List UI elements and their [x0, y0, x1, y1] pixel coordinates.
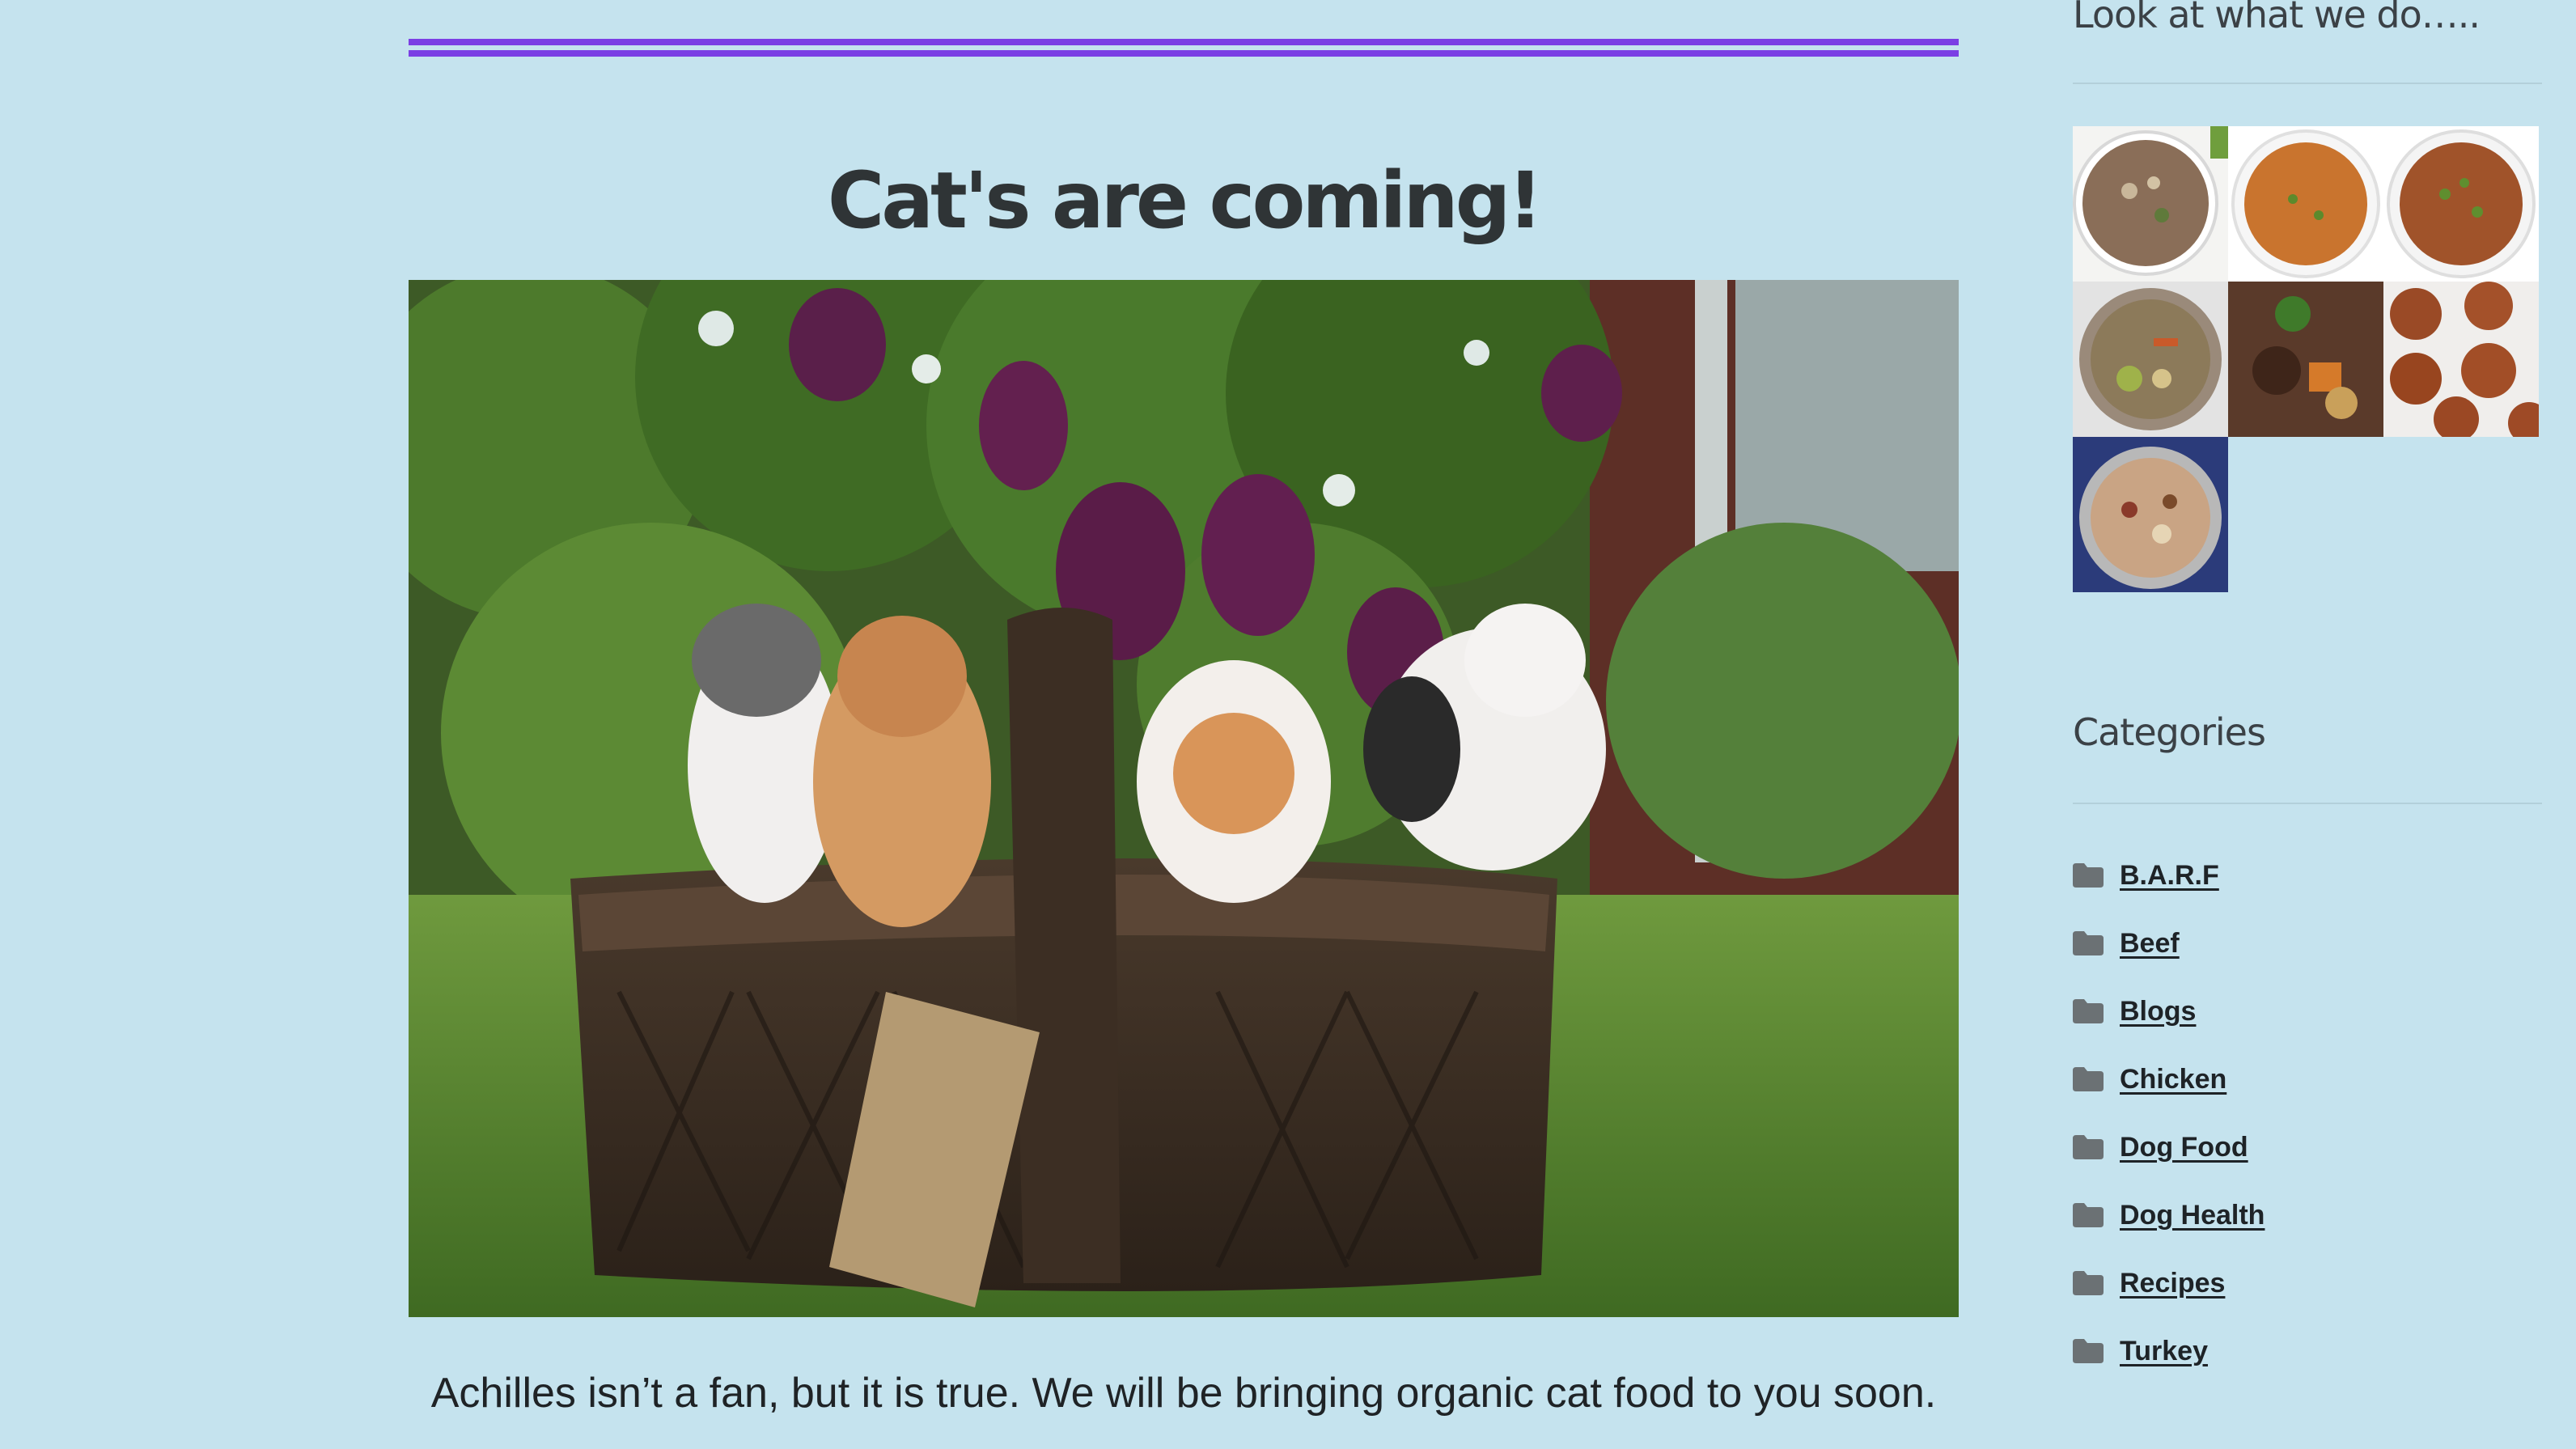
- category-link-barf[interactable]: B.A.R.F: [2120, 860, 2219, 892]
- post-excerpt: Achilles isn’t a fan, but it is true. We…: [430, 1370, 1937, 1417]
- post-title[interactable]: Cat's are coming!: [409, 144, 1959, 257]
- page: Cat's are coming! Achilles isn’t a fan, …: [0, 0, 2576, 1449]
- list-item: Chicken: [2073, 1045, 2265, 1113]
- folder-icon: [2073, 863, 2104, 888]
- list-item: Dog Food: [2073, 1113, 2265, 1181]
- category-link-dog-food[interactable]: Dog Food: [2120, 1132, 2248, 1163]
- gallery-thumb-5[interactable]: [2228, 282, 2383, 437]
- categories-widget-title: Categories: [2073, 710, 2266, 754]
- list-item: B.A.R.F: [2073, 841, 2265, 909]
- gallery-widget-title: Look at what we do…..: [2073, 0, 2481, 36]
- list-item: Blogs: [2073, 977, 2265, 1045]
- gallery-thumb-6[interactable]: [2383, 282, 2539, 437]
- category-link-chicken[interactable]: Chicken: [2120, 1064, 2226, 1095]
- widget-divider: [2073, 83, 2542, 84]
- folder-icon: [2073, 1271, 2104, 1295]
- folder-icon: [2073, 931, 2104, 955]
- list-item: Dog Health: [2073, 1181, 2265, 1249]
- category-link-beef[interactable]: Beef: [2120, 928, 2180, 960]
- list-item: Recipes: [2073, 1249, 2265, 1317]
- category-link-blogs[interactable]: Blogs: [2120, 996, 2196, 1027]
- list-item: Beef: [2073, 909, 2265, 977]
- categories-list: B.A.R.F Beef Blogs Chicken Dog Food Dog …: [2073, 841, 2265, 1385]
- folder-icon: [2073, 1203, 2104, 1227]
- category-link-recipes[interactable]: Recipes: [2120, 1268, 2225, 1299]
- category-link-dog-health[interactable]: Dog Health: [2120, 1200, 2265, 1231]
- gallery-thumb-3[interactable]: [2383, 126, 2539, 282]
- category-link-turkey[interactable]: Turkey: [2120, 1336, 2208, 1367]
- folder-icon: [2073, 999, 2104, 1023]
- post-featured-image[interactable]: [409, 280, 1959, 1317]
- folder-icon: [2073, 1067, 2104, 1091]
- folder-icon: [2073, 1339, 2104, 1363]
- header-divider: [409, 39, 1959, 57]
- gallery-thumb-2[interactable]: [2228, 126, 2383, 282]
- folder-icon: [2073, 1135, 2104, 1159]
- list-item: Turkey: [2073, 1317, 2265, 1385]
- gallery-thumb-1[interactable]: [2073, 126, 2228, 282]
- widget-divider: [2073, 803, 2542, 804]
- gallery-thumb-7[interactable]: [2073, 437, 2228, 592]
- gallery-thumb-4[interactable]: [2073, 282, 2228, 437]
